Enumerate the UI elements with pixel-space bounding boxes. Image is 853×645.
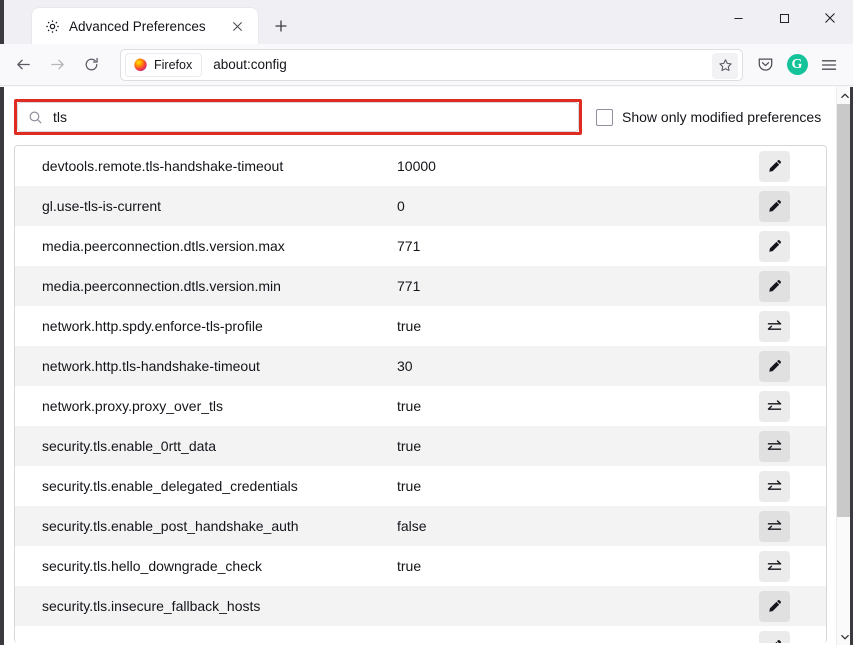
preference-value: 10000 xyxy=(397,158,436,174)
tab-title: Advanced Preferences xyxy=(69,18,206,34)
preference-value: 771 xyxy=(397,238,421,254)
preference-value: true xyxy=(397,398,422,414)
window-left-edge xyxy=(0,0,4,44)
preference-name: devtools.remote.tls-handshake-timeout xyxy=(42,158,284,174)
forward-button[interactable] xyxy=(40,49,74,81)
preference-name: security.tls.insecure_fallback_hosts xyxy=(42,598,261,614)
preference-value: false xyxy=(397,518,427,534)
close-button[interactable] xyxy=(807,0,853,36)
firefox-logo-icon xyxy=(133,57,148,72)
reload-button[interactable] xyxy=(74,49,108,81)
preference-row[interactable]: network.http.spdy.enforce-tls-profile tru… xyxy=(15,306,826,346)
preference-name: network.proxy.proxy_over_tls xyxy=(42,398,224,414)
edit-icon[interactable] xyxy=(759,630,790,643)
browser-window: Advanced Preferences Firefox about:confi… xyxy=(0,0,853,645)
edit-icon[interactable] xyxy=(759,190,790,222)
preference-name: network.http.spdy.enforce-tls-profile xyxy=(42,318,263,334)
minimize-button[interactable] xyxy=(715,0,761,36)
edit-icon[interactable] xyxy=(759,590,790,622)
preference-name: network.http.tls-handshake-timeout xyxy=(42,358,260,374)
preference-name: security.tls.enable_post_handshake_auth xyxy=(42,518,299,534)
url-text: about:config xyxy=(213,57,287,72)
toggle-icon[interactable] xyxy=(759,510,790,542)
edit-icon[interactable] xyxy=(759,150,790,182)
preference-name: media.peerconnection.dtls.version.max xyxy=(42,238,285,254)
preference-name: security.tls.enable_delegated_credential… xyxy=(42,478,298,494)
preference-list: devtools.remote.tls-handshake-timeout 100… xyxy=(14,145,827,643)
preference-row[interactable] xyxy=(15,626,826,643)
toggle-icon[interactable] xyxy=(759,390,790,422)
preference-value: true xyxy=(397,478,422,494)
preference-row[interactable]: security.tls.enable_0rtt_data true xyxy=(15,426,826,466)
preference-name: security.tls.hello_downgrade_check xyxy=(42,558,262,574)
new-tab-button[interactable] xyxy=(266,11,296,41)
pocket-icon[interactable] xyxy=(749,50,781,80)
preference-row[interactable]: media.peerconnection.dtls.version.max 771 xyxy=(15,226,826,266)
preference-row[interactable]: security.tls.enable_delegated_credential… xyxy=(15,466,826,506)
preference-value: 771 xyxy=(397,278,421,294)
grammarly-icon[interactable]: G xyxy=(781,50,813,80)
star-icon[interactable] xyxy=(712,52,738,79)
tab-close-icon[interactable] xyxy=(226,15,248,37)
preference-row[interactable]: security.tls.hello_downgrade_check true xyxy=(15,546,826,586)
preference-row[interactable]: gl.use-tls-is-current 0 xyxy=(15,186,826,226)
search-highlight-box xyxy=(14,99,582,135)
show-modified-label: Show only modified preferences xyxy=(622,109,822,125)
window-left-edge-content xyxy=(0,87,4,645)
preference-row[interactable]: network.proxy.proxy_over_tls true xyxy=(15,386,826,426)
preference-name: gl.use-tls-is-current xyxy=(42,198,162,214)
preference-row[interactable]: security.tls.enable_post_handshake_auth f… xyxy=(15,506,826,546)
preference-row[interactable]: network.http.tls-handshake-timeout 30 xyxy=(15,346,826,386)
edit-icon[interactable] xyxy=(759,350,790,382)
preference-row[interactable]: security.tls.insecure_fallback_hosts xyxy=(15,586,826,626)
preference-value: true xyxy=(397,558,422,574)
toggle-icon[interactable] xyxy=(759,310,790,342)
preference-value: true xyxy=(397,318,422,334)
window-controls xyxy=(715,0,853,36)
edit-icon[interactable] xyxy=(759,230,790,262)
search-row: Show only modified preferences xyxy=(0,87,853,145)
url-bar[interactable]: Firefox about:config xyxy=(120,48,743,81)
preference-name: media.peerconnection.dtls.version.min xyxy=(42,278,281,294)
tab-strip: Advanced Preferences xyxy=(0,0,296,44)
gear-icon xyxy=(45,19,60,34)
preference-value: true xyxy=(397,438,422,454)
tab-advanced-preferences[interactable]: Advanced Preferences xyxy=(32,8,258,44)
navigation-toolbar: Firefox about:config G xyxy=(0,44,853,86)
toggle-icon[interactable] xyxy=(759,430,790,462)
show-modified-checkbox[interactable] xyxy=(596,108,613,126)
grammarly-badge: G xyxy=(786,54,808,75)
title-bar: Advanced Preferences xyxy=(0,0,853,44)
hamburger-menu-icon[interactable] xyxy=(813,50,845,80)
toggle-icon[interactable] xyxy=(759,470,790,502)
preference-row[interactable]: devtools.remote.tls-handshake-timeout 100… xyxy=(15,146,826,186)
identity-label: Firefox xyxy=(154,57,193,72)
about-config-page: Show only modified preferences devtools.… xyxy=(0,87,853,645)
preference-value: 0 xyxy=(397,198,405,214)
maximize-button[interactable] xyxy=(761,0,807,36)
search-input[interactable] xyxy=(53,109,568,125)
search-icon xyxy=(28,110,43,125)
preference-name: security.tls.enable_0rtt_data xyxy=(42,438,217,454)
show-modified-filter[interactable]: Show only modified preferences xyxy=(596,108,822,126)
identity-chip[interactable]: Firefox xyxy=(125,52,203,77)
preference-row[interactable]: media.peerconnection.dtls.version.min 771 xyxy=(15,266,826,306)
back-button[interactable] xyxy=(6,49,40,81)
toggle-icon[interactable] xyxy=(759,550,790,582)
edit-icon[interactable] xyxy=(759,270,790,302)
preference-value: 30 xyxy=(397,358,413,374)
search-field[interactable] xyxy=(17,102,579,132)
